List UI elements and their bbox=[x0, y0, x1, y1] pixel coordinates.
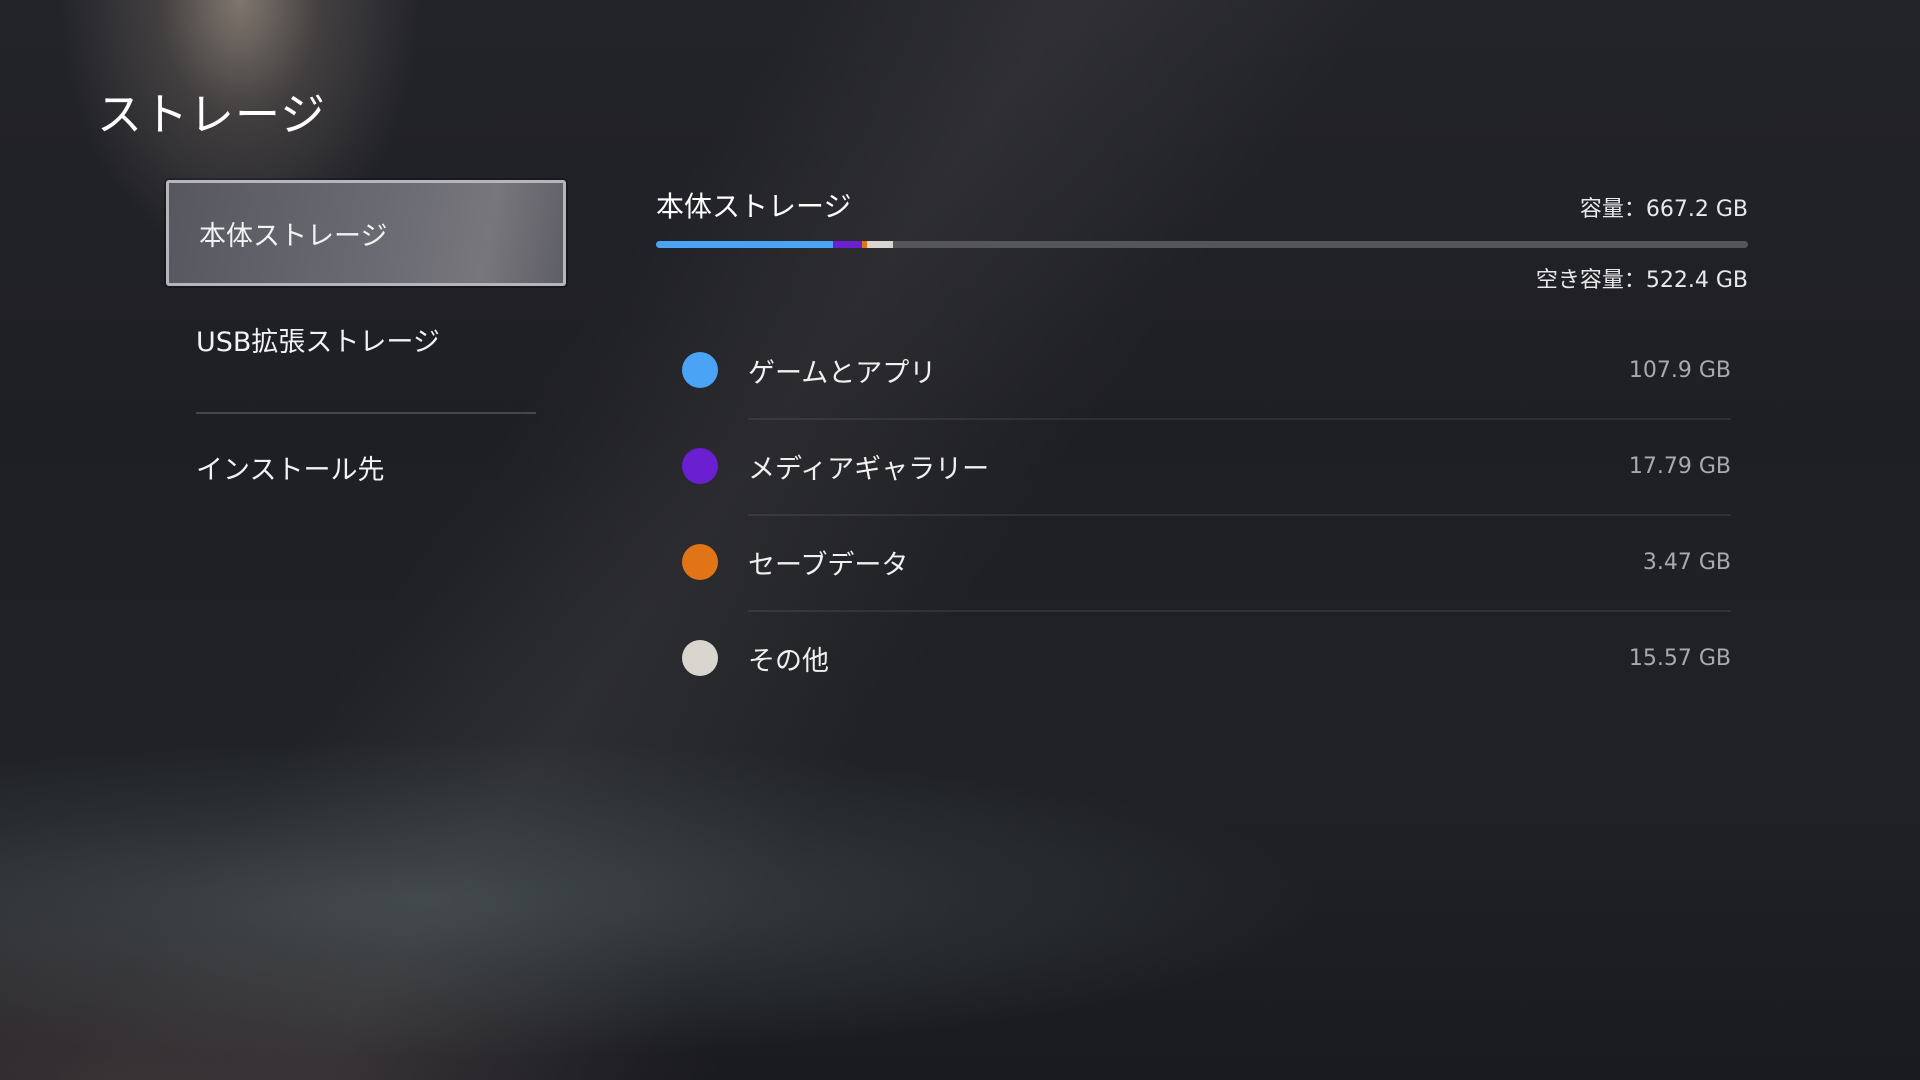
category-label: その他 bbox=[748, 645, 829, 677]
category-color-dot bbox=[682, 544, 718, 580]
nav-item-usb-extended-storage[interactable]: USB拡張ストレージ bbox=[166, 286, 566, 392]
usage-segment-other bbox=[867, 241, 893, 248]
nav-item-label: 本体ストレージ bbox=[199, 220, 388, 252]
category-label: メディアギャラリー bbox=[748, 453, 990, 485]
category-row-games-apps[interactable]: ゲームとアプリ 107.9 GB bbox=[656, 322, 1731, 418]
category-size: 107.9 GB bbox=[1628, 357, 1731, 383]
capacity-label: 容量：667.2 GB bbox=[1579, 197, 1748, 222]
usage-segment-games-apps bbox=[656, 241, 833, 248]
usage-segment-media-gallery bbox=[832, 241, 862, 248]
category-label: ゲームとアプリ bbox=[748, 357, 937, 389]
category-label: セーブデータ bbox=[748, 549, 909, 581]
page-title: ストレージ bbox=[97, 88, 327, 141]
category-size: 17.79 GB bbox=[1628, 453, 1731, 479]
nav-item-label: USB拡張ストレージ bbox=[196, 326, 440, 358]
category-color-dot bbox=[682, 640, 718, 676]
category-row-other[interactable]: その他 15.57 GB bbox=[656, 610, 1731, 706]
category-size: 3.47 GB bbox=[1642, 549, 1731, 575]
free-space-label: 空き容量：522.4 GB bbox=[1535, 268, 1748, 293]
category-row-media-gallery[interactable]: メディアギャラリー 17.79 GB bbox=[656, 418, 1731, 514]
nav-item-internal-storage[interactable]: 本体ストレージ bbox=[166, 180, 566, 286]
storage-panel: 本体ストレージ 容量：667.2 GB 空き容量：522.4 GB ゲームとアプ… bbox=[656, 185, 1748, 706]
storage-header: 本体ストレージ 容量：667.2 GB bbox=[656, 185, 1748, 229]
nav-item-label: インストール先 bbox=[196, 454, 385, 486]
category-color-dot bbox=[682, 448, 718, 484]
storage-nav: 本体ストレージ USB拡張ストレージ インストール先 bbox=[166, 180, 566, 520]
nav-item-install-location[interactable]: インストール先 bbox=[166, 414, 566, 520]
category-color-dot bbox=[682, 352, 718, 388]
storage-title: 本体ストレージ bbox=[656, 190, 852, 223]
category-row-saved-data[interactable]: セーブデータ 3.47 GB bbox=[656, 514, 1731, 610]
storage-usage-bar bbox=[656, 241, 1748, 248]
category-size: 15.57 GB bbox=[1628, 645, 1731, 671]
storage-category-list: ゲームとアプリ 107.9 GB メディアギャラリー 17.79 GB セーブデ… bbox=[656, 322, 1731, 706]
